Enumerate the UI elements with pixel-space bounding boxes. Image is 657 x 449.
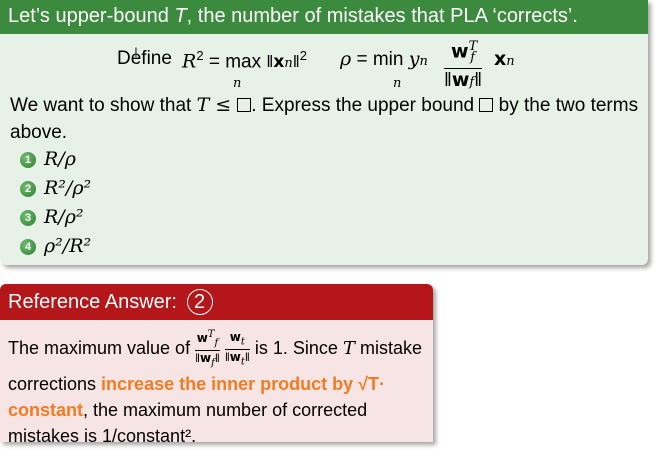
normalized-weight-fraction: wTf ‖wf‖ — [444, 36, 483, 94]
answer-text: The maximum value of — [8, 338, 196, 359]
prompt-text-2: . Express the upper bound — [251, 95, 480, 116]
title-text: Let’s upper-bound — [8, 5, 175, 27]
option-3[interactable]: 3 R/ρ² — [20, 203, 84, 231]
option-number-ball: 1 — [20, 152, 36, 168]
x-n: xn — [494, 48, 515, 70]
answer-explanation: The maximum value of wTf ‖wf‖ wt ‖wt‖ is 1… — [8, 328, 428, 449]
answer-highlight: increase the inner product by — [101, 373, 359, 394]
placeholder-box-icon — [237, 98, 252, 112]
option-number-ball: 2 — [20, 181, 36, 197]
title-text-end: , the number of mistakes that PLA ‘corre… — [186, 5, 578, 27]
answer-variable-T: T — [342, 338, 355, 360]
answer-text-2: is 1. Since — [249, 338, 343, 359]
R-squared-definition: R2 = max ‖xn‖2 — [182, 48, 308, 73]
rho-definition: ρ = min yn — [340, 48, 428, 70]
option-2[interactable]: 2 R²/ρ² — [20, 174, 91, 202]
wt-fraction: wt ‖wt‖ — [224, 329, 250, 368]
option-text: R/ρ² — [44, 206, 84, 228]
definition-formula: Define I R2 = max ‖xn‖2 n ρ = min yn n w… — [0, 38, 648, 91]
answer-choice-circle: 2 — [186, 289, 213, 315]
question-title: Let’s upper-bound T, the number of mista… — [0, 0, 648, 34]
question-prompt: We want to show that T ≤ . Express the u… — [10, 92, 640, 146]
answer-title-text: Reference Answer: — [8, 291, 177, 313]
wf-fraction: wTf ‖wf‖ — [195, 329, 220, 369]
option-number-ball: 4 — [20, 239, 36, 255]
title-variable: T — [174, 5, 187, 27]
prompt-inequality: T ≤ — [196, 94, 238, 116]
option-4[interactable]: 4 ρ²/R² — [20, 232, 91, 260]
define-word: Define — [117, 48, 172, 69]
option-text: ρ²/R² — [44, 235, 92, 257]
placeholder-box-icon — [479, 98, 494, 112]
option-1[interactable]: 1 R/ρ — [20, 145, 76, 173]
answer-title: Reference Answer: 2 — [0, 284, 433, 320]
answer-block: Reference Answer: 2 The maximum value of… — [0, 284, 433, 446]
text-cursor-icon: I — [134, 44, 138, 60]
question-block: Let’s upper-bound T, the number of mista… — [0, 0, 648, 265]
prompt-text: We want to show that — [10, 95, 197, 116]
option-number-ball: 3 — [20, 210, 36, 226]
min-subscript: n — [393, 76, 402, 91]
option-text: R/ρ — [44, 148, 76, 170]
answer-highlight-sqrt: √T — [358, 373, 379, 394]
option-text: R²/ρ² — [44, 177, 92, 199]
max-subscript: n — [233, 76, 242, 91]
